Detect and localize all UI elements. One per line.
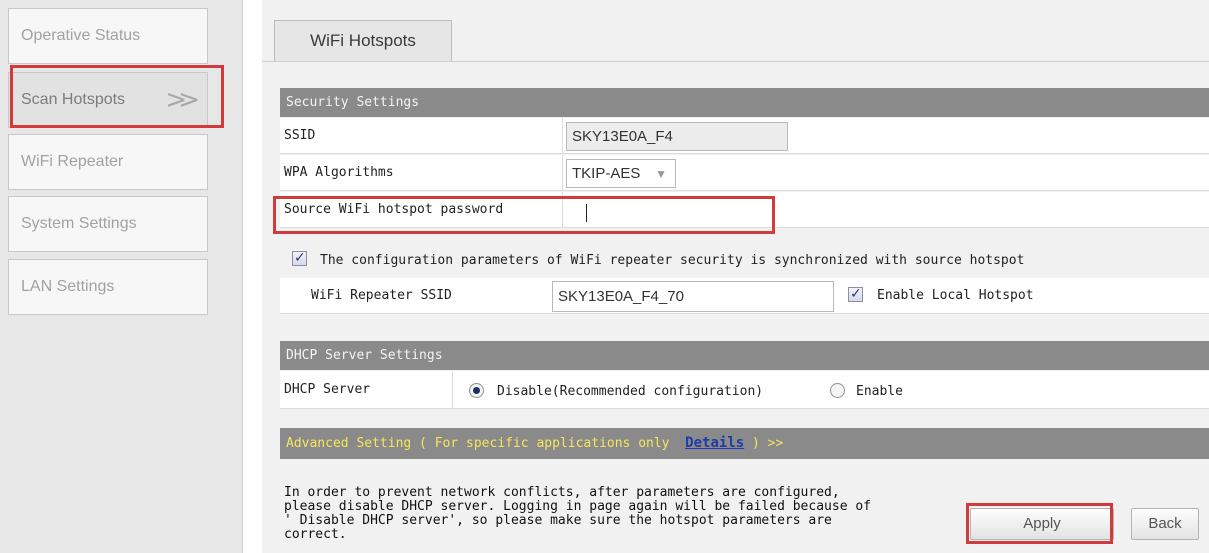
password-row: Source WiFi hotspot password [280, 192, 1209, 228]
tab-divider [262, 61, 1209, 62]
checkmark-icon: ✓ [294, 250, 306, 266]
wpa-algorithms-select[interactable]: TKIP-AES ▼ [566, 159, 676, 188]
column-divider [562, 155, 563, 191]
sidebar-item-label: LAN Settings [21, 278, 115, 295]
ssid-row: SSID SKY13E0A_F4 [280, 118, 1209, 154]
dhcp-server-label: DHCP Server [284, 382, 371, 397]
column-divider [562, 118, 563, 154]
sidebar-item-operative-status[interactable]: Operative Status [8, 8, 208, 64]
column-divider [562, 192, 563, 228]
sync-row: ✓ The configuration parameters of WiFi r… [280, 244, 1209, 278]
sync-label: The configuration parameters of WiFi rep… [320, 253, 1025, 268]
double-chevron-right-icon: >> [165, 85, 199, 115]
sidebar: Operative Status Scan Hotspots >> WiFi R… [0, 0, 243, 553]
dhcp-disable-label: Disable(Recommended configuration) [497, 384, 764, 399]
security-settings-header: Security Settings [280, 88, 1209, 117]
dropdown-arrow-icon: ▼ [655, 167, 667, 181]
sidebar-item-lan-settings[interactable]: LAN Settings [8, 259, 208, 315]
repeater-ssid-row: WiFi Repeater SSID SKY13E0A_F4_70 ✓ Enab… [280, 278, 1209, 314]
enable-local-hotspot-checkbox[interactable]: ✓ [848, 286, 863, 302]
advanced-setting-text: Advanced Setting ( For specific applicat… [286, 436, 686, 451]
sidebar-item-label: System Settings [21, 215, 137, 232]
enable-local-hotspot-label: Enable Local Hotspot [877, 288, 1034, 303]
dhcp-disable-radio[interactable] [469, 383, 484, 398]
details-link[interactable]: Details [685, 435, 744, 451]
dhcp-settings-header: DHCP Server Settings [280, 341, 1209, 370]
wpa-algorithms-value: TKIP-AES [572, 165, 641, 182]
back-button[interactable]: Back [1131, 508, 1199, 540]
advanced-setting-suffix: ) >> [744, 436, 784, 451]
sidebar-item-label: Scan Hotspots [21, 91, 126, 108]
text-cursor [586, 204, 587, 222]
sync-checkbox[interactable]: ✓ [292, 250, 307, 266]
wpa-algorithms-label: WPA Algorithms [284, 165, 394, 180]
dhcp-row: DHCP Server Disable(Recommended configur… [280, 371, 1209, 409]
advanced-setting-bar: Advanced Setting ( For specific applicat… [280, 428, 1209, 459]
ssid-field[interactable]: SKY13E0A_F4 [566, 122, 788, 151]
apply-button[interactable]: Apply [970, 508, 1114, 540]
checkmark-icon: ✓ [850, 286, 862, 302]
wpa-row: WPA Algorithms TKIP-AES ▼ [280, 155, 1209, 191]
sidebar-item-label: Operative Status [21, 27, 141, 44]
password-input[interactable] [580, 198, 780, 225]
sidebar-item-label: WiFi Repeater [21, 153, 124, 170]
main-panel: WiFi Hotspots Security Settings SSID SKY… [262, 0, 1209, 553]
repeater-ssid-input[interactable]: SKY13E0A_F4_70 [552, 281, 834, 312]
password-label: Source WiFi hotspot password [284, 202, 504, 217]
repeater-ssid-label: WiFi Repeater SSID [311, 288, 452, 303]
column-divider [452, 371, 453, 409]
tab-wifi-hotspots[interactable]: WiFi Hotspots [274, 20, 452, 62]
sidebar-item-scan-hotspots[interactable]: Scan Hotspots >> [8, 72, 208, 128]
sidebar-item-system-settings[interactable]: System Settings [8, 196, 208, 252]
dhcp-enable-radio[interactable] [830, 383, 845, 398]
dhcp-enable-label: Enable [856, 384, 903, 399]
dhcp-warning-note: In order to prevent network conflicts, a… [284, 485, 871, 542]
sidebar-item-wifi-repeater[interactable]: WiFi Repeater [8, 134, 208, 190]
ssid-label: SSID [284, 128, 316, 143]
